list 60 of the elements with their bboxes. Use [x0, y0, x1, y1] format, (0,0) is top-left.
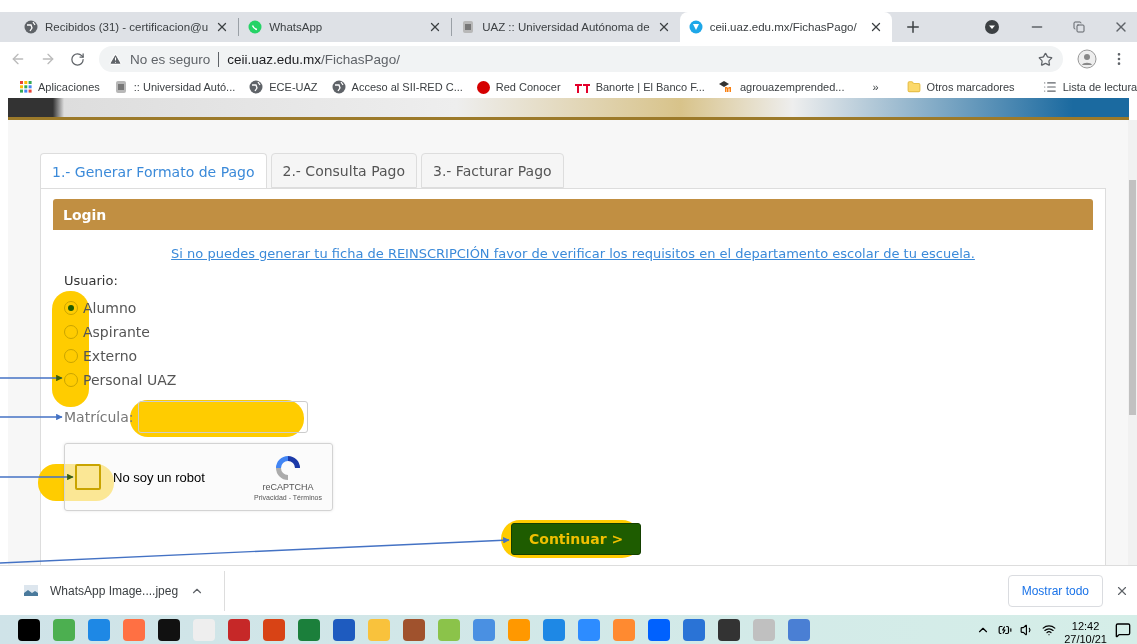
notification-icon[interactable] — [1115, 621, 1131, 638]
browser-tab[interactable]: ceii.uaz.edu.mx/FichasPago/ — [679, 12, 892, 42]
bookmark[interactable]: agrouazemprended... — [718, 81, 845, 93]
graduation-cap-icon — [718, 81, 734, 93]
url-host: ceii.uaz.edu.mx/FichasPago/ — [227, 51, 400, 67]
reload-icon[interactable] — [70, 51, 85, 67]
bookmark[interactable]: :: Universidad Autó... — [113, 80, 236, 94]
bookmark-folder[interactable]: Otros marcadores — [906, 80, 1015, 94]
bookmark[interactable]: Aplicaciones — [20, 81, 100, 93]
page-tab[interactable]: 1.- Generar Formato de Pago — [40, 153, 267, 189]
crest-icon — [461, 20, 476, 34]
scrollbar-thumb[interactable] — [1129, 180, 1136, 415]
matricula-field[interactable] — [137, 401, 308, 433]
download-file-name[interactable]: WhatsApp Image....jpeg — [50, 583, 179, 598]
bank-logo-icon — [574, 81, 590, 93]
show-all-button[interactable]: Mostrar todo — [1007, 574, 1103, 607]
star-icon[interactable] — [1038, 51, 1053, 67]
bookmark[interactable]: ECE-UAZ — [249, 80, 318, 94]
continue-button[interactable]: Continuar > — [511, 523, 642, 555]
dot-icon — [476, 80, 490, 94]
apps-grid-icon — [20, 81, 32, 93]
clock[interactable]: 12:42 27/10/21 — [1064, 619, 1107, 644]
security-label: No es seguro — [130, 51, 220, 67]
warning-icon — [109, 52, 122, 66]
captcha-checkbox[interactable] — [75, 464, 101, 490]
user-label: Usuario: — [64, 273, 119, 288]
dropdown-icon[interactable] — [985, 20, 999, 34]
wifi-icon[interactable] — [1042, 622, 1057, 637]
panel-header: Login — [53, 199, 1093, 230]
app-icon[interactable] — [158, 618, 180, 641]
address-bar[interactable]: No es seguro ceii.uaz.edu.mx/FichasPago/ — [99, 46, 1063, 72]
notice-link[interactable]: Si no puedes generar tu ficha de REINSCRIPCIÓN favor de verificar los requisitos en el departamento escolar de tu escuela. — [171, 246, 975, 261]
crest-icon — [113, 80, 128, 94]
restore-icon[interactable] — [1073, 21, 1085, 33]
page-tab[interactable]: 2.- Consulta Pago — [270, 153, 417, 188]
browser-tab[interactable]: WhatsApp — [239, 12, 452, 42]
list-icon — [1042, 80, 1057, 94]
globe-icon — [331, 80, 346, 94]
app-icon[interactable] — [18, 618, 40, 641]
browser-tab[interactable]: Recibidos (31) - certificacion@u — [15, 12, 239, 42]
avatar-icon[interactable] — [1077, 49, 1097, 69]
image-file-icon — [24, 585, 38, 596]
folder-icon — [906, 80, 921, 94]
reading-list[interactable]: Lista de lectura — [1042, 80, 1137, 94]
bookmark[interactable]: Banorte | El Banco F... — [574, 81, 705, 93]
shield-icon — [688, 20, 703, 34]
globe-icon — [249, 80, 264, 94]
page-tab[interactable]: 3.- Facturar Pago — [421, 153, 564, 188]
more-bookmarks[interactable]: » — [872, 81, 879, 93]
bookmark[interactable]: Acceso al SII-RED C... — [331, 80, 463, 94]
captcha-brand: reCAPTCHA — [262, 481, 314, 492]
captcha-label: No soy un robot — [113, 469, 206, 485]
recaptcha-logo-icon — [274, 453, 302, 482]
globe-icon — [24, 20, 38, 34]
browser-tab[interactable]: UAZ :: Universidad Autónoma de — [452, 12, 680, 42]
bookmark[interactable]: Red Conocer — [476, 80, 561, 94]
arrow — [0, 374, 63, 382]
arrow — [0, 413, 63, 421]
app-icon[interactable] — [718, 618, 740, 641]
chat-bubble-icon — [248, 20, 263, 34]
